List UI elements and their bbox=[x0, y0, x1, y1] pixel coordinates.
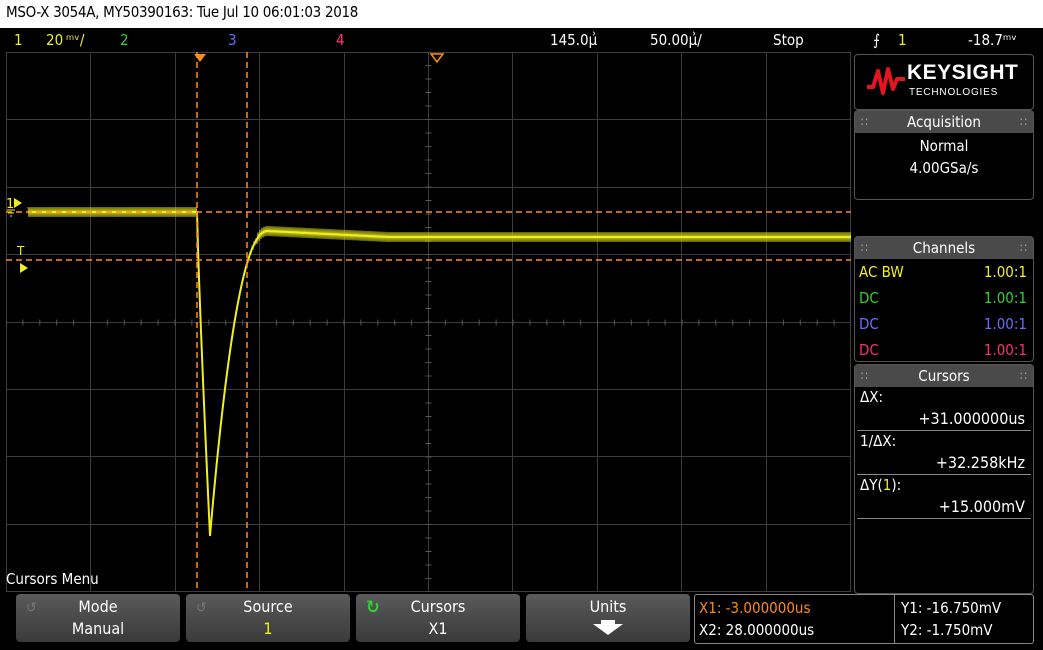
grip-icon: ∷ bbox=[1020, 241, 1027, 255]
status-bar: 1 20 ᵐᵛ/ 2 3 4 145.0µ͗ 50.00µ͗/ Stop ⨍ 1… bbox=[0, 28, 1043, 52]
trigger-level-marker: T bbox=[16, 244, 28, 273]
acquisition-header: ∷ Acquisition ∷ bbox=[855, 111, 1033, 133]
delta-y-prefix: ΔY( bbox=[860, 476, 883, 494]
delay-marker bbox=[429, 53, 445, 64]
scope-screen: 1 20 ᵐᵛ/ 2 3 4 145.0µ͗ 50.00µ͗/ Stop ⨍ 1… bbox=[0, 28, 1043, 650]
softkey-title: Mode bbox=[78, 597, 118, 616]
inverse-delta-x-label: 1/ΔX: bbox=[860, 432, 897, 450]
cursors-title: Cursors bbox=[918, 367, 970, 385]
ch1-ground-marker: 1 bbox=[6, 197, 22, 217]
logo-brand: KEYSIGHT bbox=[907, 61, 1019, 84]
cursor-x1-readout: X1: -3.000000us bbox=[699, 599, 811, 617]
time-scale[interactable]: 50.00µ͗/ bbox=[650, 28, 702, 52]
softkey-title: Source bbox=[243, 597, 293, 616]
time-delay[interactable]: 145.0µ͗ bbox=[550, 28, 597, 52]
menu-title: Cursors Menu bbox=[6, 570, 99, 588]
units-softkey[interactable]: Units bbox=[526, 594, 690, 642]
softkey-title: Units bbox=[589, 597, 627, 616]
inverse-delta-x-value: +32.258kHz bbox=[857, 451, 1031, 475]
channel-row-1[interactable]: AC BW 1.00:1 bbox=[855, 259, 1033, 285]
cursor-y2-readout: Y2: -1.750mV bbox=[901, 621, 993, 639]
run-state[interactable]: Stop bbox=[773, 28, 804, 52]
ch1-number[interactable]: 1 bbox=[14, 28, 23, 52]
softkey-title: Cursors bbox=[410, 597, 466, 616]
channel-coupling: DC bbox=[859, 289, 879, 307]
channel-coupling: AC BW bbox=[859, 263, 904, 281]
ch2-number[interactable]: 2 bbox=[120, 28, 129, 52]
logo-sub: TECHNOLOGIES bbox=[909, 87, 999, 98]
right-panel: KEYSIGHT TECHNOLOGIES ∷ Acquisition ∷ No… bbox=[854, 54, 1034, 594]
delta-y-suffix: ): bbox=[891, 476, 902, 494]
waveform-graticule: 1 T bbox=[6, 52, 851, 592]
cursors-panel[interactable]: ∷ Cursors ∷ ΔX: +31.000000us 1/ΔX: +32.2… bbox=[854, 364, 1034, 594]
trigger-position-marker bbox=[194, 54, 206, 62]
mode-softkey[interactable]: ↺ Mode Manual bbox=[16, 594, 180, 642]
grip-icon: ∷ bbox=[861, 115, 868, 129]
delta-y-label: ΔY(1): bbox=[855, 475, 1033, 495]
grip-icon: ∷ bbox=[861, 369, 868, 383]
cursor-x2-readout: X2: 28.000000us bbox=[699, 621, 815, 639]
cursor-y1-readout: Y1: -16.750mV bbox=[901, 599, 1002, 617]
acquisition-panel[interactable]: ∷ Acquisition ∷ Normal 4.00GSa/s bbox=[854, 110, 1034, 200]
channel-probe-ratio: 1.00:1 bbox=[983, 263, 1027, 281]
ch1-scale[interactable]: 20 ᵐᵛ/ bbox=[46, 28, 84, 52]
channel-row-3[interactable]: DC 1.00:1 bbox=[855, 311, 1033, 337]
delta-x-label: ΔX: bbox=[860, 388, 884, 406]
delta-y-value: +15.000mV bbox=[857, 495, 1031, 519]
grip-icon: ∷ bbox=[1020, 369, 1027, 383]
rotate-icon: ↺ bbox=[26, 600, 37, 616]
softkey-value: 1 bbox=[263, 619, 273, 638]
channel-probe-ratio: 1.00:1 bbox=[983, 289, 1027, 307]
channels-title: Channels bbox=[912, 239, 976, 257]
channel-row-4[interactable]: DC 1.00:1 bbox=[855, 337, 1033, 363]
acquisition-rate: 4.00GSa/s bbox=[909, 159, 979, 177]
rotate-icon: ↻ bbox=[366, 597, 380, 618]
channels-panel[interactable]: ∷ Channels ∷ AC BW 1.00:1 DC 1.00:1 DC 1… bbox=[854, 236, 1034, 362]
acquisition-mode: Normal bbox=[919, 137, 969, 155]
ch3-number[interactable]: 3 bbox=[228, 28, 237, 52]
keysight-wave-icon bbox=[867, 67, 905, 95]
source-softkey[interactable]: ↺ Source 1 bbox=[186, 594, 350, 642]
trigger-icon: ⨍ bbox=[873, 31, 881, 49]
channel-coupling: DC bbox=[859, 341, 879, 359]
keysight-logo: KEYSIGHT TECHNOLOGIES bbox=[854, 54, 1034, 110]
svg-text:T: T bbox=[16, 244, 25, 258]
cursors-softkey[interactable]: ↻ Cursors X1 bbox=[356, 594, 520, 642]
channels-header: ∷ Channels ∷ bbox=[855, 237, 1033, 259]
waveform-display[interactable]: 1 T bbox=[6, 52, 851, 592]
trigger-level[interactable]: -18.7ᵐᵛ bbox=[968, 28, 1017, 52]
acquisition-title: Acquisition bbox=[907, 113, 981, 131]
rotate-icon: ↺ bbox=[196, 600, 207, 616]
cursors-header: ∷ Cursors ∷ bbox=[855, 365, 1033, 387]
channel-probe-ratio: 1.00:1 bbox=[983, 341, 1027, 359]
ch4-number[interactable]: 4 bbox=[336, 28, 345, 52]
delta-x-value: +31.000000us bbox=[857, 407, 1031, 431]
window-title: MSO-X 3054A, MY50390163: Tue Jul 10 06:0… bbox=[0, 0, 1043, 28]
ch1-trace-noise bbox=[27, 206, 851, 535]
grip-icon: ∷ bbox=[861, 241, 868, 255]
trigger-source[interactable]: 1 bbox=[898, 28, 907, 52]
readout-divider bbox=[894, 595, 895, 643]
softkey-value: Manual bbox=[71, 619, 125, 638]
softkey-value: X1 bbox=[428, 619, 448, 638]
grip-icon: ∷ bbox=[1020, 115, 1027, 129]
arrow-down-icon bbox=[593, 620, 623, 635]
channel-row-2[interactable]: DC 1.00:1 bbox=[855, 285, 1033, 311]
channel-coupling: DC bbox=[859, 315, 879, 333]
cursor-readout: X1: -3.000000us X2: 28.000000us Y1: -16.… bbox=[694, 594, 1034, 644]
channel-probe-ratio: 1.00:1 bbox=[983, 315, 1027, 333]
